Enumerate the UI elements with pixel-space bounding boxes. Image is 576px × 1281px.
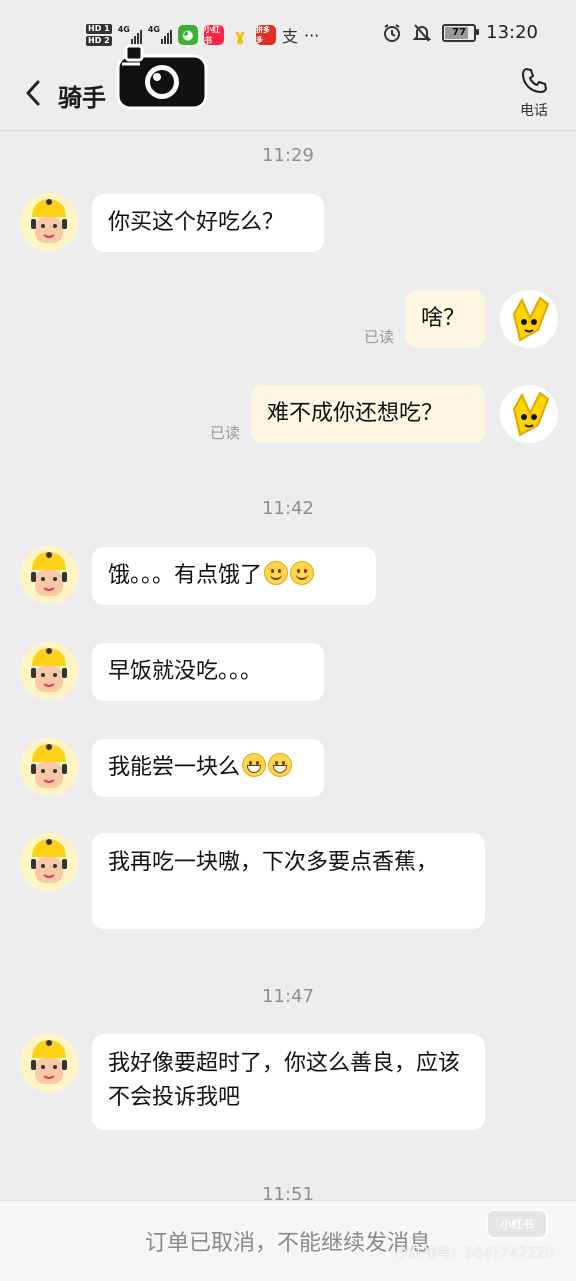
my-avatar[interactable] (500, 290, 558, 348)
phone-icon (522, 68, 547, 93)
pinduoduo-app-icon: 拼多多 (255, 25, 276, 45)
page-title: 骑手 (58, 84, 106, 112)
rider-avatar[interactable] (20, 738, 78, 796)
message-bubble[interactable]: 我再吃一块嗷，下次多要点香蕉， (92, 833, 485, 929)
camera-sticker-icon (116, 44, 208, 110)
hd1-badge: HD 1 (86, 24, 112, 34)
alipay-icon: 支 (281, 27, 298, 46)
watermark-logo: 小红书 (486, 1209, 548, 1239)
phone-call-button[interactable]: 电话 (514, 66, 554, 120)
timestamp: 11:42 (262, 498, 314, 519)
timestamp: 11:29 (262, 145, 314, 166)
rider-avatar[interactable] (20, 193, 78, 251)
message-bubble-self[interactable]: 难不成你还想吃？ (251, 385, 485, 443)
hd2-badge: HD 2 (86, 36, 112, 46)
rider-avatar[interactable] (20, 1034, 78, 1092)
clock: 13:20 (486, 22, 538, 43)
message-bubble[interactable]: 早饭就没吃。。。 (92, 643, 324, 701)
rider-avatar[interactable] (20, 833, 78, 891)
message-bubble[interactable]: 你买这个好吃么？ (92, 194, 324, 252)
smile-emoji-icon (264, 561, 289, 585)
status-bar: HD 1 HD 2 4G 4G ◕ 小红书 ɣ 拼多多 支 ··· 77 13:… (0, 0, 576, 70)
my-avatar[interactable] (500, 385, 558, 443)
alarm-icon (384, 23, 401, 42)
grin-emoji-icon (268, 753, 293, 777)
message-bubble-self[interactable]: 啥？ (405, 290, 485, 348)
read-status: 已读 (210, 424, 241, 442)
phone-label: 电话 (520, 103, 548, 119)
smile-emoji-icon (290, 561, 315, 585)
read-status: 已读 (364, 328, 395, 346)
timestamp: 11:47 (262, 986, 314, 1007)
watermark-id: 小红书号：9641742220 (394, 1246, 554, 1262)
status-bar-right: 77 13:20 (382, 22, 538, 43)
rider-avatar[interactable] (20, 642, 78, 700)
grin-emoji-icon (242, 753, 267, 777)
rabbit-app-icon: ɣ (234, 25, 246, 45)
message-bubble[interactable]: 我好像要超时了，你这么善良，应该不会投诉我吧 (92, 1034, 485, 1130)
back-arrow-icon[interactable] (20, 78, 50, 108)
message-bubble[interactable]: 饿。。。有点饿了 (92, 547, 376, 605)
chat-footer: 订单已取消，不能继续发消息 小红书 小红书号：9641742220 (0, 1200, 576, 1281)
battery-indicator: 77 (442, 23, 480, 42)
more-status-icon: ··· (303, 25, 320, 45)
chat-header: 骑手 电话 (0, 44, 576, 131)
mute-bell-icon (412, 23, 432, 42)
rider-avatar[interactable] (20, 546, 78, 604)
message-bubble[interactable]: 我能尝一块么 (92, 739, 324, 797)
